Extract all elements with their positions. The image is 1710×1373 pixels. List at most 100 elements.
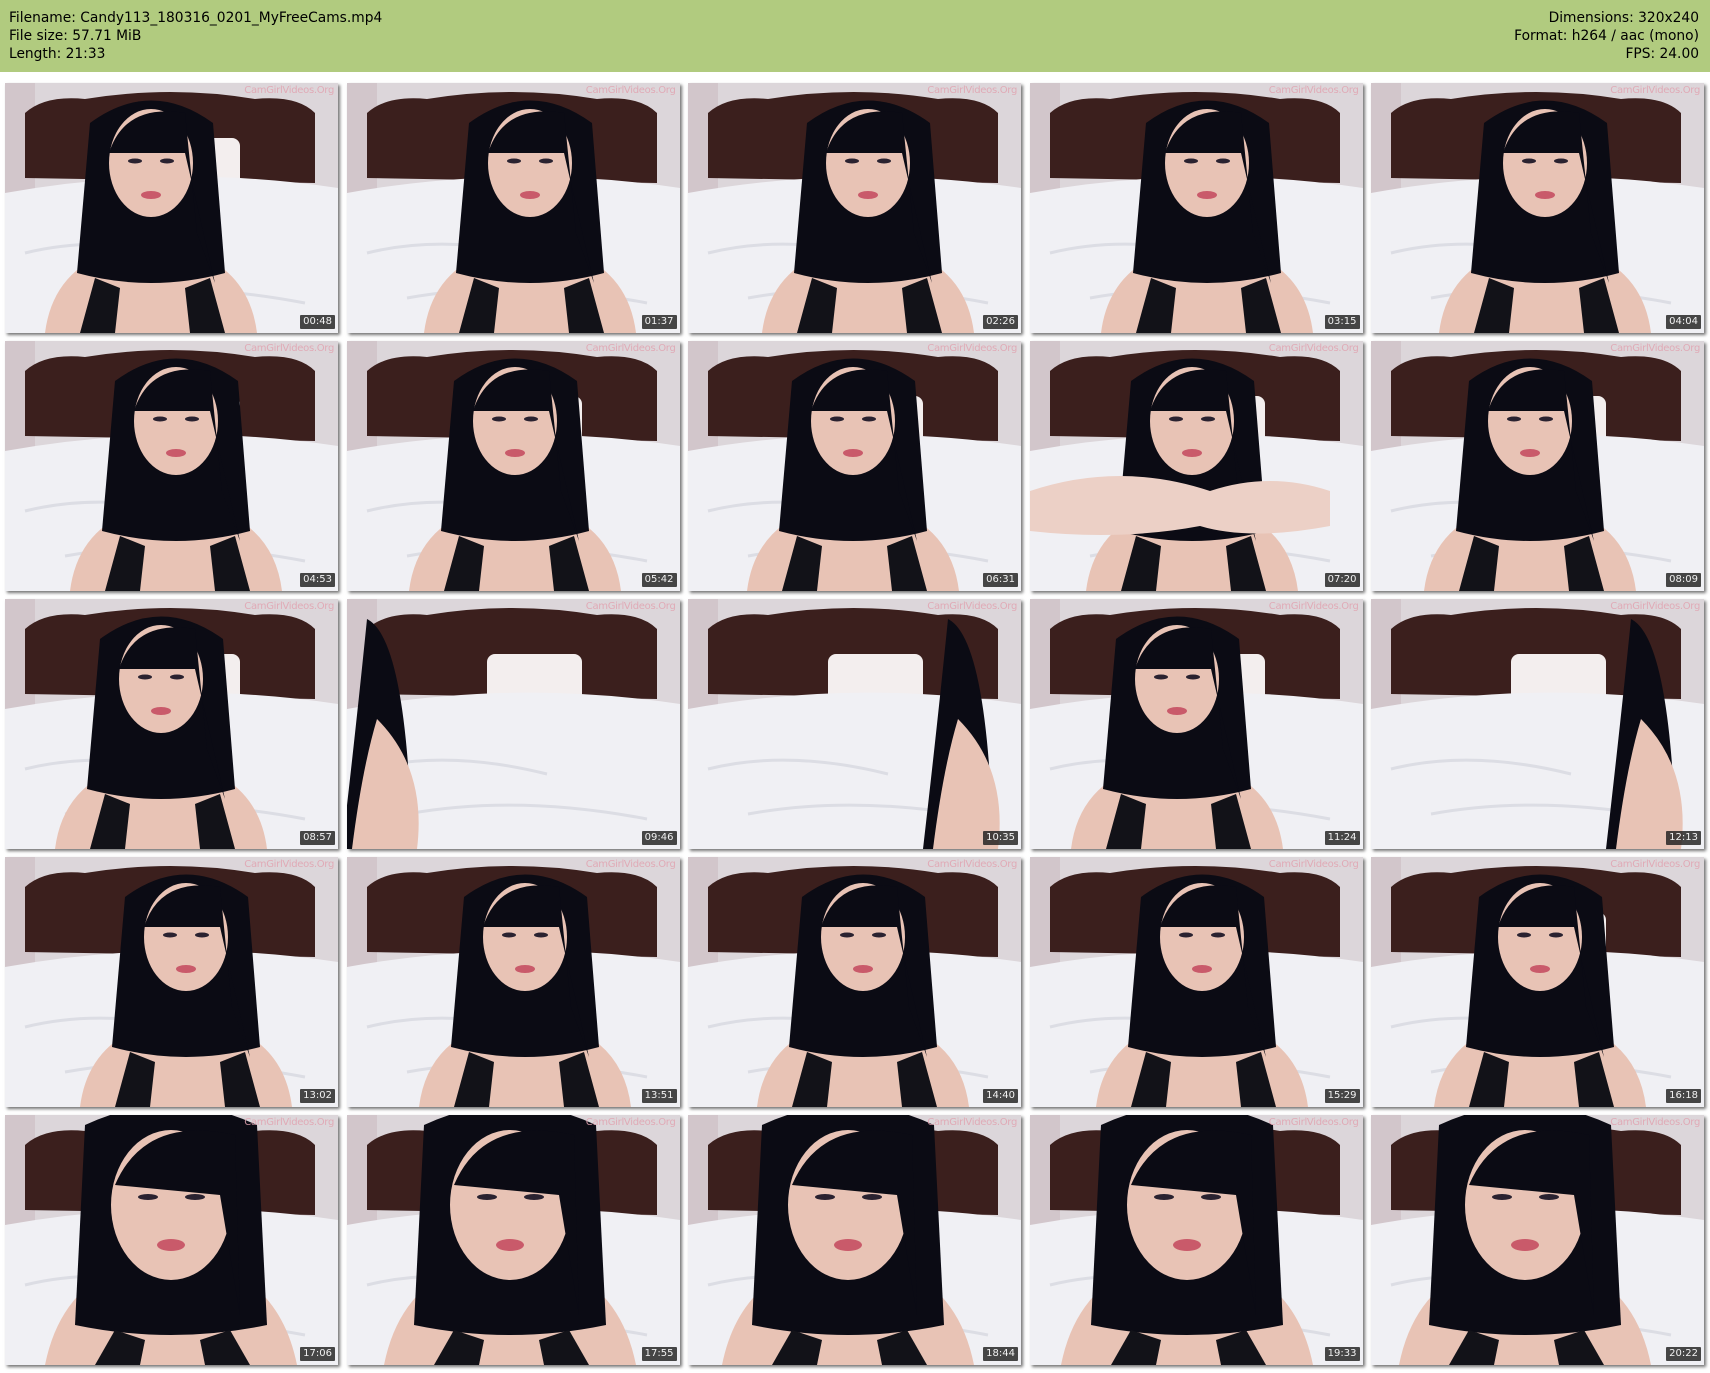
- person-eye: [1153, 1194, 1174, 1200]
- person-lips: [141, 191, 161, 199]
- timestamp-label: 20:22: [1666, 1347, 1701, 1361]
- video-thumbnail[interactable]: CamGirlVideos.Org 15:29: [1029, 857, 1363, 1107]
- person-eye: [185, 416, 199, 422]
- watermark-text: CamGirlVideos.Org: [1268, 1117, 1359, 1128]
- person-eye: [138, 674, 152, 680]
- video-thumbnail[interactable]: CamGirlVideos.Org 04:53: [5, 341, 338, 591]
- person-eye: [538, 158, 553, 164]
- video-thumbnail[interactable]: CamGirlVideos.Org 10:35: [688, 599, 1021, 849]
- video-thumbnail[interactable]: CamGirlVideos.Org 01:37: [346, 83, 680, 333]
- person-lips: [834, 1239, 862, 1251]
- timestamp-label: 02:26: [983, 315, 1018, 329]
- person-lips: [858, 191, 878, 199]
- video-thumbnail[interactable]: CamGirlVideos.Org 03:15: [1029, 83, 1363, 333]
- thumbnail-frame-image: [1029, 857, 1363, 1107]
- watermark-text: CamGirlVideos.Org: [1268, 85, 1359, 96]
- person-eye: [506, 158, 521, 164]
- timestamp-label: 17:06: [300, 1347, 335, 1361]
- watermark-text: CamGirlVideos.Org: [927, 859, 1017, 870]
- watermark-text: CamGirlVideos.Org: [244, 1117, 334, 1128]
- person-eye: [1183, 158, 1198, 164]
- person-lips: [1166, 707, 1187, 715]
- video-thumbnail[interactable]: CamGirlVideos.Org 08:57: [5, 599, 338, 849]
- person-eye: [153, 416, 167, 422]
- person-eye: [128, 158, 142, 164]
- hands: [1029, 476, 1330, 535]
- person-eye: [491, 416, 506, 422]
- person-lips: [166, 449, 186, 457]
- person-eye: [163, 932, 177, 938]
- timestamp-label: 04:04: [1666, 315, 1701, 329]
- timestamp-label: 13:51: [641, 1089, 677, 1103]
- video-thumbnail[interactable]: CamGirlVideos.Org 02:26: [688, 83, 1021, 333]
- timestamp-label: 04:53: [300, 573, 335, 587]
- person-eye: [862, 416, 876, 422]
- thumbnail-frame-image: [5, 599, 338, 849]
- watermark-text: CamGirlVideos.Org: [585, 601, 676, 612]
- person-eye: [1200, 1194, 1221, 1200]
- person-eye: [170, 674, 184, 680]
- video-thumbnail[interactable]: CamGirlVideos.Org 12:13: [1371, 599, 1704, 849]
- video-thumbnail[interactable]: CamGirlVideos.Org 16:18: [1371, 857, 1704, 1107]
- thumbnail-frame-image: [346, 857, 680, 1107]
- person-lips: [495, 1239, 524, 1251]
- fps-text: FPS: 24.00: [1625, 46, 1699, 62]
- person-eye: [476, 1194, 497, 1200]
- thumbnail-frame-image: [688, 857, 1021, 1107]
- thumbnail-frame-image: [1371, 341, 1704, 591]
- video-thumbnail[interactable]: CamGirlVideos.Org 13:02: [5, 857, 338, 1107]
- thumbnail-frame-image: [5, 1115, 338, 1365]
- watermark-text: CamGirlVideos.Org: [1610, 343, 1700, 354]
- video-thumbnail[interactable]: CamGirlVideos.Org 19:33: [1029, 1115, 1363, 1365]
- file-info-right: Dimensions: 320x240 Format: h264 / aac (…: [1514, 9, 1699, 63]
- video-thumbnail[interactable]: CamGirlVideos.Org 18:44: [688, 1115, 1021, 1365]
- person-eye: [533, 932, 548, 938]
- video-thumbnail[interactable]: CamGirlVideos.Org 06:31: [688, 341, 1021, 591]
- watermark-text: CamGirlVideos.Org: [1610, 85, 1700, 96]
- file-info-left: Filename: Candy113_180316_0201_MyFreeCam…: [9, 9, 382, 63]
- thumbnail-frame-image: [346, 599, 680, 849]
- video-thumbnail[interactable]: CamGirlVideos.Org 13:51: [346, 857, 680, 1107]
- person-eye: [195, 932, 209, 938]
- timestamp-label: 18:44: [983, 1347, 1018, 1361]
- watermark-text: CamGirlVideos.Org: [1268, 859, 1359, 870]
- thumbnail-frame-image: [1029, 599, 1363, 849]
- timestamp-label: 03:15: [1324, 315, 1360, 329]
- person-lips: [843, 449, 863, 457]
- timestamp-label: 07:20: [1324, 573, 1360, 587]
- thumbnail-frame-image: [688, 1115, 1021, 1365]
- person-lips: [514, 965, 535, 973]
- person-eye: [1539, 1194, 1559, 1200]
- video-thumbnail[interactable]: CamGirlVideos.Org 20:22: [1371, 1115, 1704, 1365]
- video-thumbnail[interactable]: CamGirlVideos.Org 14:40: [688, 857, 1021, 1107]
- thumbnail-frame-image: [346, 1115, 680, 1365]
- person-lips: [1511, 1239, 1539, 1251]
- person-eye: [845, 158, 859, 164]
- video-info-header: Filename: Candy113_180316_0201_MyFreeCam…: [0, 0, 1710, 72]
- person-lips: [853, 965, 873, 973]
- video-thumbnail[interactable]: CamGirlVideos.Org 07:20: [1029, 341, 1363, 591]
- person-eye: [1210, 932, 1225, 938]
- person-eye: [1178, 932, 1193, 938]
- video-thumbnail[interactable]: CamGirlVideos.Org 17:06: [5, 1115, 338, 1365]
- video-thumbnail[interactable]: CamGirlVideos.Org 17:55: [346, 1115, 680, 1365]
- watermark-text: CamGirlVideos.Org: [585, 859, 676, 870]
- video-thumbnail[interactable]: CamGirlVideos.Org 09:46: [346, 599, 680, 849]
- person-lips: [176, 965, 196, 973]
- timestamp-label: 00:48: [300, 315, 335, 329]
- thumbnail-frame-image: [346, 83, 680, 333]
- video-thumbnail[interactable]: CamGirlVideos.Org 05:42: [346, 341, 680, 591]
- thumbnail-frame-image: [688, 83, 1021, 333]
- thumbnail-frame-image: [5, 83, 338, 333]
- person-lips: [1530, 965, 1550, 973]
- person-eye: [138, 1194, 158, 1200]
- thumbnail-frame-image: [1371, 83, 1704, 333]
- video-thumbnail[interactable]: CamGirlVideos.Org 00:48: [5, 83, 338, 333]
- video-thumbnail[interactable]: CamGirlVideos.Org 11:24: [1029, 599, 1363, 849]
- watermark-text: CamGirlVideos.Org: [1268, 343, 1359, 354]
- timestamp-label: 01:37: [641, 315, 677, 329]
- video-thumbnail[interactable]: CamGirlVideos.Org 04:04: [1371, 83, 1704, 333]
- thumbnail-frame-image: [5, 857, 338, 1107]
- timestamp-label: 13:02: [300, 1089, 335, 1103]
- video-thumbnail[interactable]: CamGirlVideos.Org 08:09: [1371, 341, 1704, 591]
